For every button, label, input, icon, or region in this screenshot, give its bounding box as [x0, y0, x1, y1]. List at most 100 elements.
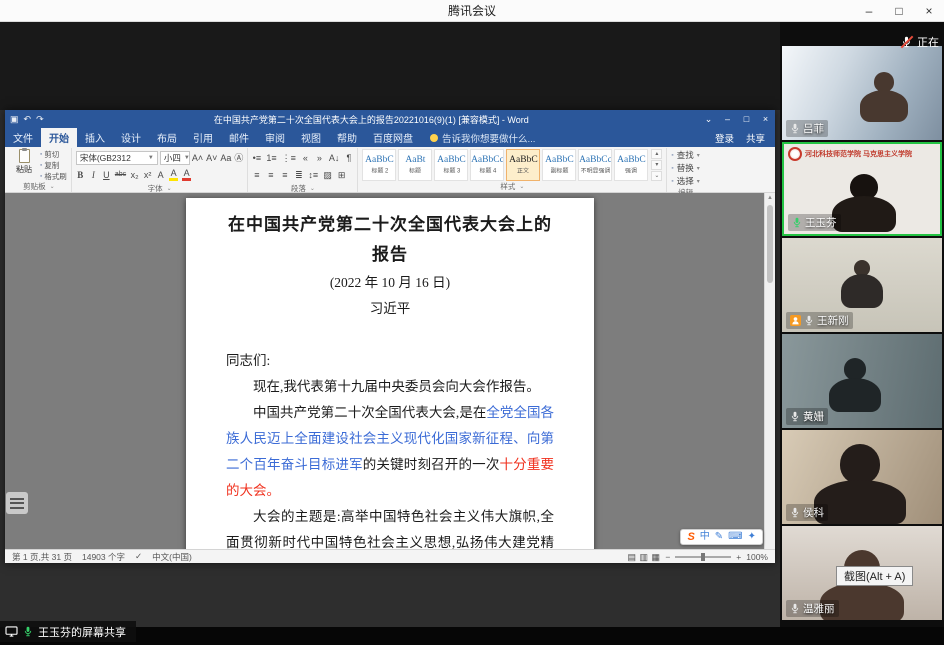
shrink-font-icon[interactable]: A˅	[206, 152, 217, 164]
style-item-标题 3[interactable]: AaBbC标题 3	[434, 149, 468, 181]
font-name-combo[interactable]: 宋体(GB2312 ▼	[76, 151, 158, 165]
proofing-icon[interactable]: ✓	[135, 551, 142, 562]
edit-item-替换[interactable]: ▪替换▾	[671, 162, 699, 174]
scrollbar-thumb[interactable]	[767, 205, 773, 283]
increase-indent-icon[interactable]: »	[315, 152, 324, 164]
zoom-slider[interactable]	[675, 556, 731, 558]
ribbon-tab-插入[interactable]: 插入	[77, 128, 113, 147]
read-mode-icon[interactable]: ▤	[627, 551, 636, 563]
align-right-icon[interactable]: ≡	[280, 169, 289, 181]
zoom-out-button[interactable]: −	[665, 552, 670, 562]
style-item-正文[interactable]: AaBbC正文	[506, 149, 540, 181]
edit-item-查找[interactable]: ▪查找▾	[671, 149, 699, 161]
ribbon-tab-审阅[interactable]: 审阅	[257, 128, 293, 147]
style-item-标题[interactable]: AaBt标题	[398, 149, 432, 181]
style-item-标题 2[interactable]: AaBbC标题 2	[362, 149, 396, 181]
maximize-button[interactable]: □	[884, 0, 914, 22]
ribbon-tab-文件[interactable]: 文件	[5, 128, 41, 147]
video-tile-王玉芬[interactable]: 河北科技师范学院 马克思主义学院王玉芬	[782, 142, 942, 236]
ribbon-tab-开始[interactable]: 开始	[41, 128, 77, 147]
paste-button[interactable]: 粘贴	[11, 149, 37, 175]
document-scrollbar[interactable]: ▲	[764, 193, 775, 549]
sort-icon[interactable]: A↓	[329, 152, 340, 164]
pen-icon[interactable]: ✎	[715, 530, 723, 544]
video-tile-吕菲[interactable]: 吕菲	[782, 46, 942, 140]
word-count[interactable]: 14903 个字	[82, 551, 125, 563]
ribbon-tab-百度网盘[interactable]: 百度网盘	[365, 128, 421, 147]
ribbon-tab-帮助[interactable]: 帮助	[329, 128, 365, 147]
edit-item-选择[interactable]: ▪选择▾	[671, 175, 699, 187]
dialog-launcher-icon[interactable]: ⌄	[167, 185, 172, 192]
redo-icon[interactable]: ↷	[36, 114, 44, 125]
ribbon-tab-引用[interactable]: 引用	[185, 128, 221, 147]
change-case-icon[interactable]: Aa	[220, 152, 231, 164]
clipboard-item-剪切[interactable]: ▪剪切	[40, 149, 67, 159]
align-center-icon[interactable]: ≡	[266, 169, 275, 181]
subscript-icon[interactable]: x₂	[130, 169, 139, 181]
bold-icon[interactable]: B	[76, 169, 85, 181]
font-color-icon[interactable]: A	[182, 169, 191, 181]
grow-font-icon[interactable]: A˄	[192, 152, 203, 164]
gallery-up-icon[interactable]: ▴	[651, 149, 662, 159]
shading-icon[interactable]: ▨	[323, 169, 332, 181]
gallery-more-icon[interactable]: ⌄	[651, 171, 662, 181]
ribbon-display-options-icon[interactable]: ⌄	[699, 114, 718, 125]
page-info[interactable]: 第 1 页,共 31 页	[12, 551, 72, 563]
align-left-icon[interactable]: ≡	[252, 169, 261, 181]
gallery-down-icon[interactable]: ▾	[651, 160, 662, 170]
sogou-logo[interactable]: S	[687, 530, 694, 544]
keyboard-icon[interactable]: ⌨	[728, 530, 742, 544]
font-size-combo[interactable]: 小四 ▼	[160, 151, 190, 165]
underline-icon[interactable]: U	[102, 169, 111, 181]
highlight-color-icon[interactable]: A	[169, 169, 178, 181]
pilcrow-icon[interactable]: ¶	[344, 152, 353, 164]
sign-in-button[interactable]: 登录	[715, 131, 734, 145]
text-effects-icon[interactable]: A	[156, 169, 165, 181]
minimize-icon[interactable]: –	[718, 114, 737, 125]
close-button[interactable]: ×	[914, 0, 944, 22]
zoom-in-button[interactable]: +	[736, 552, 741, 562]
dialog-launcher-icon[interactable]: ⌄	[50, 183, 55, 190]
line-spacing-icon[interactable]: ↕≡	[308, 169, 318, 181]
video-tile-侯科[interactable]: 侯科	[782, 430, 942, 524]
toolbox-icon[interactable]: ✦	[748, 530, 756, 544]
video-tile-黄姗[interactable]: 黄姗	[782, 334, 942, 428]
scroll-up-icon[interactable]: ▲	[765, 193, 775, 201]
language-indicator[interactable]: 中文(中国)	[152, 551, 192, 563]
justify-icon[interactable]: ≣	[294, 169, 303, 181]
ribbon-tab-视图[interactable]: 视图	[293, 128, 329, 147]
superscript-icon[interactable]: x²	[143, 169, 152, 181]
numbering-icon[interactable]: 1≡	[266, 152, 276, 164]
panel-toggle-button[interactable]	[6, 492, 28, 514]
borders-icon[interactable]: ⊞	[337, 169, 346, 181]
video-tile-王新刚[interactable]: 王新刚	[782, 238, 942, 332]
document-area[interactable]: 在中国共产党第二十次全国代表大会上的报告(2022 年 10 月 16 日)习近…	[5, 193, 775, 549]
clear-formatting-icon[interactable]: Ⓐ	[234, 152, 243, 164]
bullets-icon[interactable]: •≡	[252, 152, 261, 164]
style-item-副标题[interactable]: AaBbC副标题	[542, 149, 576, 181]
ribbon-tab-设计[interactable]: 设计	[113, 128, 149, 147]
style-item-不明显强调[interactable]: AaBbCc不明显强调	[578, 149, 612, 181]
zoom-slider-thumb[interactable]	[701, 553, 705, 561]
strikethrough-icon[interactable]: abc	[115, 169, 126, 181]
style-item-标题 4[interactable]: AaBbCc标题 4	[470, 149, 504, 181]
multilevel-list-icon[interactable]: ⋮≡	[282, 152, 296, 164]
ribbon-tab-布局[interactable]: 布局	[149, 128, 185, 147]
document-page[interactable]: 在中国共产党第二十次全国代表大会上的报告(2022 年 10 月 16 日)习近…	[186, 198, 594, 549]
clipboard-item-格式刷[interactable]: ▪格式刷	[40, 171, 67, 181]
maximize-icon[interactable]: □	[737, 114, 756, 125]
dialog-launcher-icon[interactable]: ⌄	[519, 183, 524, 190]
tell-me-box[interactable]: 告诉我你想要做什么...	[421, 128, 544, 147]
web-layout-icon[interactable]: ▦	[651, 551, 660, 563]
ribbon-tab-邮件[interactable]: 邮件	[221, 128, 257, 147]
zoom-level[interactable]: 100%	[746, 552, 768, 562]
print-layout-icon[interactable]: ▥	[639, 551, 648, 563]
dialog-launcher-icon[interactable]: ⌄	[310, 185, 315, 192]
italic-icon[interactable]: I	[89, 169, 98, 181]
chinese-mode-icon[interactable]: 中	[700, 530, 710, 544]
ime-toolbar[interactable]: S中 ✎ ⌨ ✦	[680, 529, 763, 545]
share-button[interactable]: 共享	[746, 131, 765, 145]
undo-icon[interactable]: ↶	[24, 114, 32, 125]
decrease-indent-icon[interactable]: «	[301, 152, 310, 164]
style-item-强调[interactable]: AaBbC强调	[614, 149, 648, 181]
